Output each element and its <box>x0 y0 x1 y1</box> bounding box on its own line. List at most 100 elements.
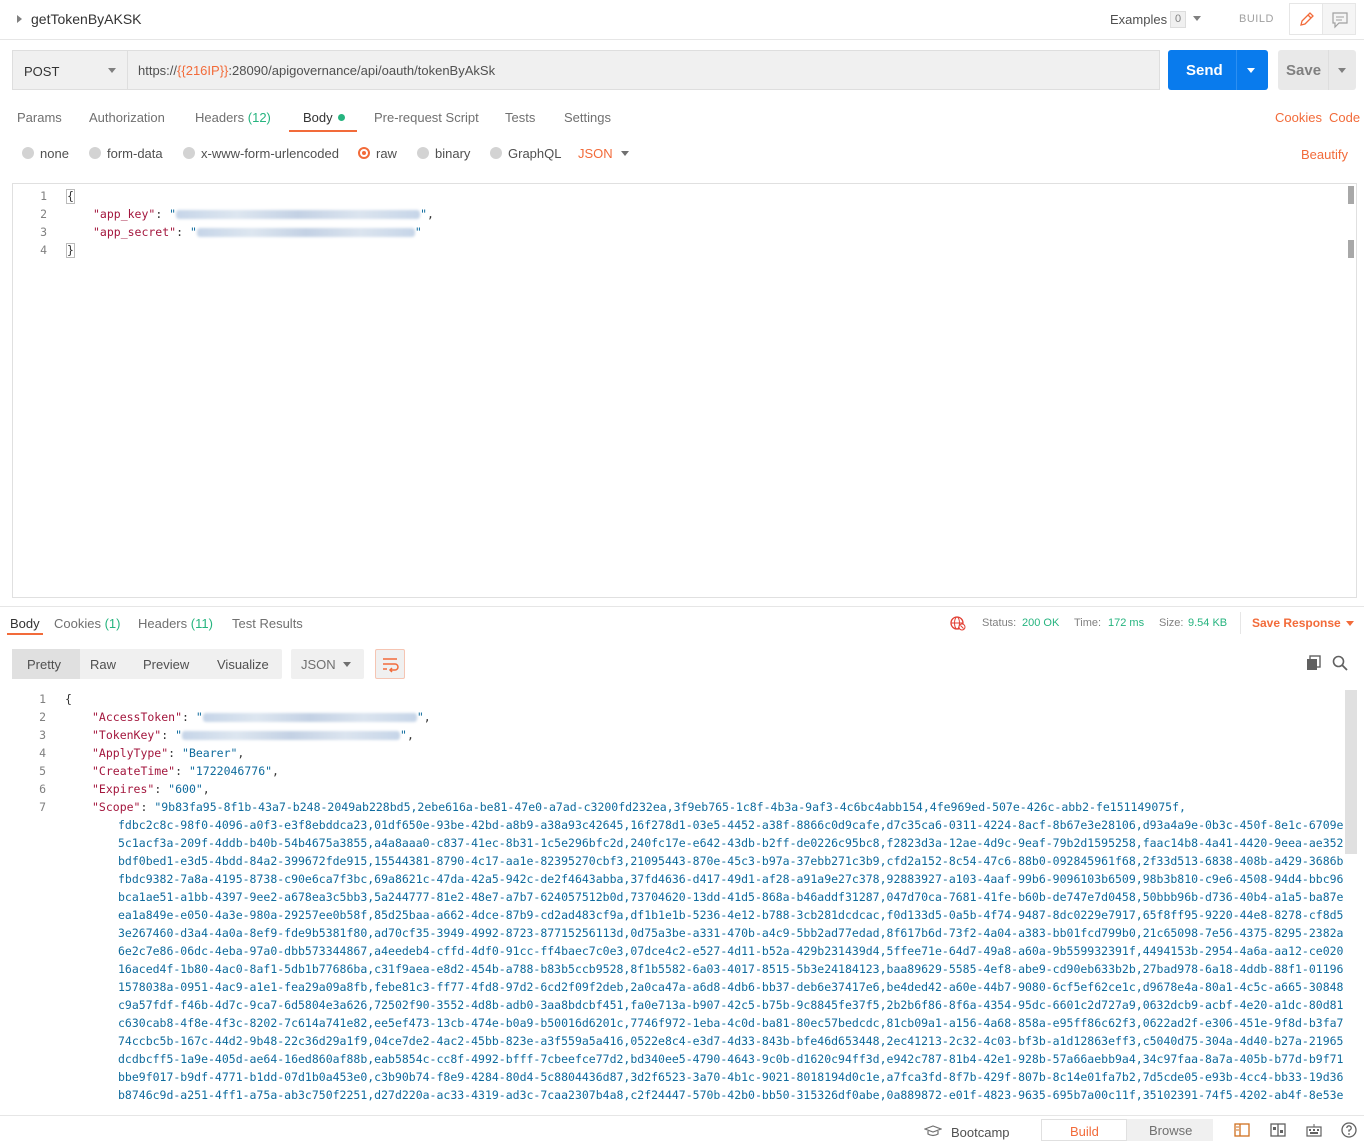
code-line: "app_key": " ", <box>93 207 434 221</box>
scope-continuation: 5c1acf3a-209f-4ddb-b40b-54b4675a3855,a4a… <box>118 836 1344 850</box>
scope-continuation: 74ccbc5b-167c-44d2-9b48-22c36d29a1f9,04c… <box>118 1034 1344 1048</box>
line-number: 4 <box>39 746 46 760</box>
bootcamp-icon[interactable] <box>924 1125 942 1137</box>
examples-dropdown-icon[interactable] <box>1193 16 1201 21</box>
layout-icon[interactable] <box>1270 1123 1286 1137</box>
search-icon[interactable] <box>1332 655 1348 671</box>
chevron-down-icon[interactable] <box>621 151 629 156</box>
redacted-value <box>202 713 417 722</box>
code-line: "ApplyType": "Bearer", <box>92 746 245 760</box>
send-label: Send <box>1186 62 1223 79</box>
wrap-lines-button[interactable] <box>375 649 405 679</box>
tab-headers[interactable]: Headers (12) <box>195 110 271 125</box>
response-tab-body[interactable]: Body <box>10 616 40 631</box>
line-number: 7 <box>39 800 46 814</box>
request-name[interactable]: getTokenByAKSK <box>31 11 142 27</box>
chevron-down-icon[interactable] <box>1346 621 1354 626</box>
response-body-viewer[interactable]: 1 2 3 4 5 6 7 { "AccessToken": " ", "Toke… <box>0 688 1344 1106</box>
examples-count-badge: 0 <box>1170 11 1186 28</box>
json-value: "600" <box>168 782 203 796</box>
json-value: "Bearer" <box>182 746 238 760</box>
examples-button[interactable]: Examples <box>1110 12 1167 27</box>
url-path: :28090/apigovernance/api/oauth/tokenByAk… <box>228 63 496 78</box>
scope-continuation: 3e267460-d3a4-4a0a-8ef9-fde9b5381f80,ad7… <box>118 926 1344 940</box>
edit-pencil-button[interactable] <box>1289 3 1322 35</box>
save-button[interactable]: Save <box>1278 50 1356 90</box>
two-pane-view-icon[interactable] <box>1234 1123 1250 1137</box>
url-variable[interactable]: {{216IP}} <box>177 63 228 78</box>
status-bar: Bootcamp Build Browse <box>0 1115 1364 1144</box>
comment-icon <box>1332 12 1348 29</box>
save-response-button[interactable]: Save Response <box>1252 616 1341 630</box>
response-tab-test-results[interactable]: Test Results <box>232 616 303 631</box>
raw-format-select[interactable]: JSON <box>578 146 613 161</box>
radio-icon <box>22 147 34 159</box>
line-number: 4 <box>40 243 47 257</box>
copy-icon[interactable] <box>1306 655 1322 671</box>
bootcamp-link[interactable]: Bootcamp <box>951 1125 1010 1140</box>
save-options-icon[interactable] <box>1338 68 1346 73</box>
expand-caret-icon[interactable] <box>17 15 22 23</box>
json-key: "ApplyType" <box>92 746 169 760</box>
time-value[interactable]: 172 ms <box>1108 617 1144 629</box>
url-input[interactable]: https://{{216IP}}:28090/apigovernance/ap… <box>127 50 1160 90</box>
scope-continuation: fbdc9382-7a8a-4195-8738-c90e6ca7f3bc,69a… <box>118 872 1344 886</box>
tab-prerequest-script[interactable]: Pre-request Script <box>374 110 479 125</box>
status-label: Status: <box>982 617 1017 629</box>
code-line: "CreateTime": "1722046776", <box>92 764 279 778</box>
radio-label: x-www-form-urlencoded <box>201 146 339 161</box>
view-pretty-button[interactable]: Pretty <box>12 649 80 679</box>
json-key: "AccessToken" <box>92 710 183 724</box>
tab-params[interactable]: Params <box>17 110 62 125</box>
response-format-select[interactable]: JSON <box>291 649 364 679</box>
beautify-link[interactable]: Beautify <box>1301 147 1348 162</box>
body-active-dot <box>337 114 345 121</box>
status-value[interactable]: 200 OK <box>1022 617 1059 629</box>
view-visualize-button[interactable]: Visualize <box>217 657 269 672</box>
response-tab-headers[interactable]: Headers (11) <box>138 616 213 631</box>
code-line: "Scope": "9b83fa95-8f1b-43a7-b248-2049ab… <box>92 800 1186 814</box>
send-button[interactable]: Send <box>1168 50 1268 90</box>
size-label: Size: <box>1159 617 1184 629</box>
active-tab-indicator <box>289 130 357 132</box>
radio-label: binary <box>435 146 471 161</box>
globe-icon[interactable] <box>950 615 966 631</box>
json-key: "app_secret" <box>93 225 177 239</box>
pencil-icon <box>1300 12 1314 26</box>
line-number: 1 <box>40 189 47 203</box>
size-value[interactable]: 9.54 KB <box>1188 617 1227 629</box>
tab-body[interactable]: Body <box>303 110 345 125</box>
tab-tests[interactable]: Tests <box>505 110 535 125</box>
tab-headers-count: (12) <box>247 110 271 125</box>
keyboard-shortcuts-icon[interactable] <box>1306 1123 1322 1137</box>
cookies-link[interactable]: Cookies <box>1275 110 1322 125</box>
code-link[interactable]: Code <box>1329 110 1360 125</box>
editor-scroll-marker[interactable] <box>1348 186 1354 204</box>
browse-toggle[interactable]: Browse <box>1127 1119 1213 1141</box>
tab-settings[interactable]: Settings <box>564 110 611 125</box>
build-toggle[interactable]: Build <box>1041 1119 1127 1141</box>
request-body-editor[interactable]: 1 2 3 4 { "app_key": " ", "app_secret": "… <box>12 183 1357 598</box>
scope-continuation: bca1ae51-a1bb-4397-9ee2-a678ea3c5bb3,5a2… <box>118 890 1344 904</box>
comments-button[interactable] <box>1322 3 1356 35</box>
radio-label: none <box>40 146 69 161</box>
line-number: 2 <box>39 710 46 724</box>
response-divider[interactable] <box>0 606 1364 607</box>
tab-body-label: Body <box>303 110 333 125</box>
tab-authorization[interactable]: Authorization <box>89 110 165 125</box>
editor-scroll-marker[interactable] <box>1348 240 1354 258</box>
open-brace: { <box>65 692 72 706</box>
build-mode-label: BUILD <box>1239 13 1274 25</box>
method-select[interactable]: POST <box>12 50 127 90</box>
browse-toggle-label: Browse <box>1149 1123 1193 1138</box>
scope-continuation: bdf0bed1-e3d5-4bdd-84a2-399672fde915,155… <box>118 854 1344 868</box>
view-raw-button[interactable]: Raw <box>90 657 116 672</box>
scope-continuation: c9a57fdf-f46b-4d7c-9ca7-6d5804e3a626,725… <box>118 998 1344 1012</box>
send-options-icon[interactable] <box>1247 68 1255 73</box>
response-tab-cookies[interactable]: Cookies (1) <box>54 616 120 631</box>
response-scroll-thumb[interactable] <box>1345 690 1357 854</box>
url-text: https://{{216IP}}:28090/apigovernance/ap… <box>138 63 495 78</box>
view-preview-button[interactable]: Preview <box>143 657 189 672</box>
help-icon[interactable] <box>1341 1122 1357 1138</box>
scope-continuation: fdbc2c8c-98f0-4096-a0f3-e3f8ebddca23,01d… <box>118 818 1344 832</box>
